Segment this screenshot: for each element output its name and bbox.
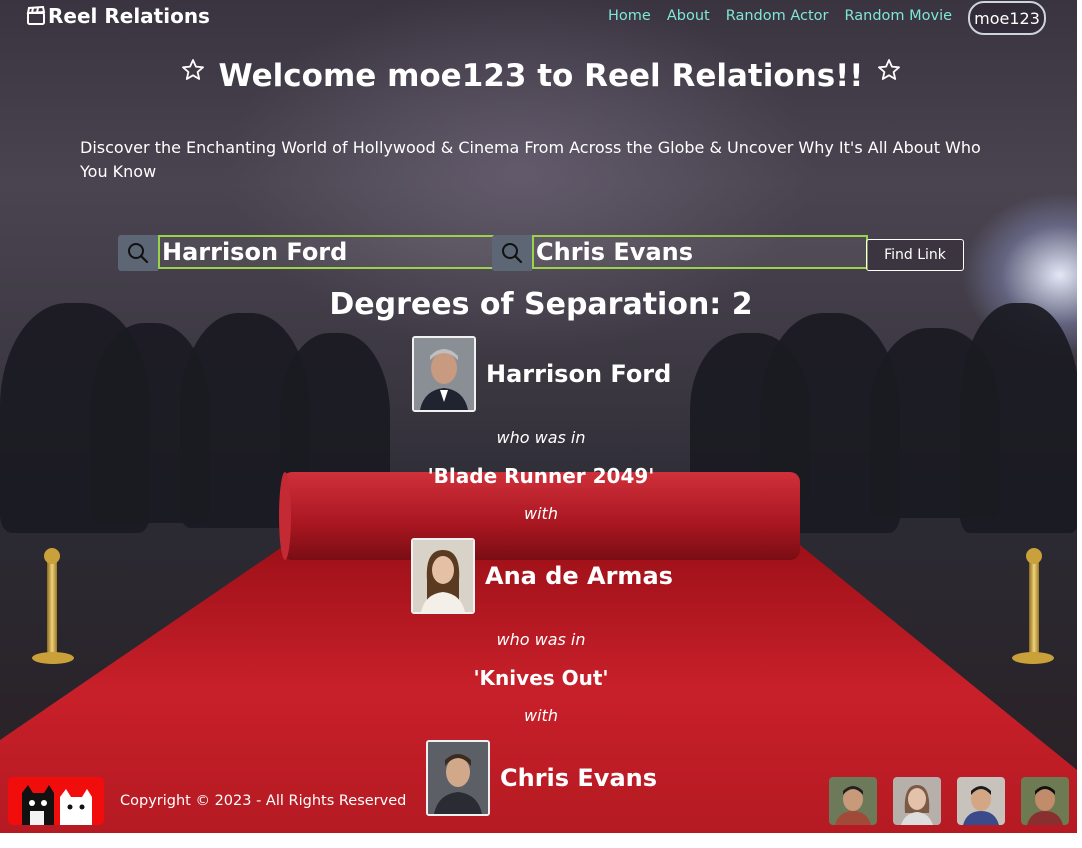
welcome-heading: Welcome moe123 to Reel Relations!! xyxy=(0,58,1082,94)
star-icon xyxy=(878,59,901,80)
team-member-avatar[interactable] xyxy=(893,777,941,825)
team-member-avatar[interactable] xyxy=(957,777,1005,825)
nav-links: Home About Random Actor Random Movie xyxy=(608,8,952,24)
top-navbar: Reel Relations Home About Random Actor R… xyxy=(0,0,1077,36)
nav-random-actor-link[interactable]: Random Actor xyxy=(726,8,829,24)
connector-text: who was in xyxy=(496,630,586,649)
movie-title[interactable]: 'Knives Out' xyxy=(0,666,1082,690)
nav-about-link[interactable]: About xyxy=(667,8,710,24)
user-menu-button[interactable]: moe123 xyxy=(968,1,1046,35)
brand-logo[interactable]: Reel Relations xyxy=(26,4,210,28)
connector-text: who was in xyxy=(496,428,586,447)
actor-card[interactable]: Chris Evans xyxy=(426,740,657,816)
search-icon xyxy=(118,235,158,271)
search-icon xyxy=(492,235,532,271)
tagline: Discover the Enchanting World of Hollywo… xyxy=(80,138,981,181)
actor-name: Ana de Armas xyxy=(485,562,673,590)
actor1-input[interactable] xyxy=(158,235,494,269)
connector-text: with xyxy=(524,706,558,725)
actor-photo xyxy=(426,740,490,816)
brand-name: Reel Relations xyxy=(48,4,210,28)
actor-card[interactable]: Ana de Armas xyxy=(411,538,673,614)
team-member-avatar[interactable] xyxy=(1021,777,1069,825)
find-link-button[interactable]: Find Link xyxy=(866,239,964,271)
actor1-search-group xyxy=(118,235,494,271)
welcome-text: Welcome moe123 to Reel Relations!! xyxy=(218,58,864,94)
degrees-of-separation: Degrees of Separation: 2 xyxy=(329,287,753,322)
copyright-text: Copyright © 2023 - All Rights Reserved xyxy=(120,793,407,809)
clapperboard-icon xyxy=(26,6,46,25)
team-member-avatar[interactable] xyxy=(829,777,877,825)
actor2-search-group xyxy=(492,235,868,271)
footer-logo xyxy=(8,777,104,825)
actor2-input[interactable] xyxy=(532,235,868,269)
nav-home-link[interactable]: Home xyxy=(608,8,651,24)
nav-random-movie-link[interactable]: Random Movie xyxy=(845,8,953,24)
star-icon xyxy=(181,59,204,80)
movie-title[interactable]: 'Blade Runner 2049' xyxy=(0,464,1082,488)
actor-photo xyxy=(411,538,475,614)
actor-name: Chris Evans xyxy=(500,764,658,792)
actor-card[interactable]: Harrison Ford xyxy=(412,336,671,412)
connector-text: with xyxy=(524,504,558,523)
actor-photo xyxy=(412,336,476,412)
actor-name: Harrison Ford xyxy=(486,360,672,388)
